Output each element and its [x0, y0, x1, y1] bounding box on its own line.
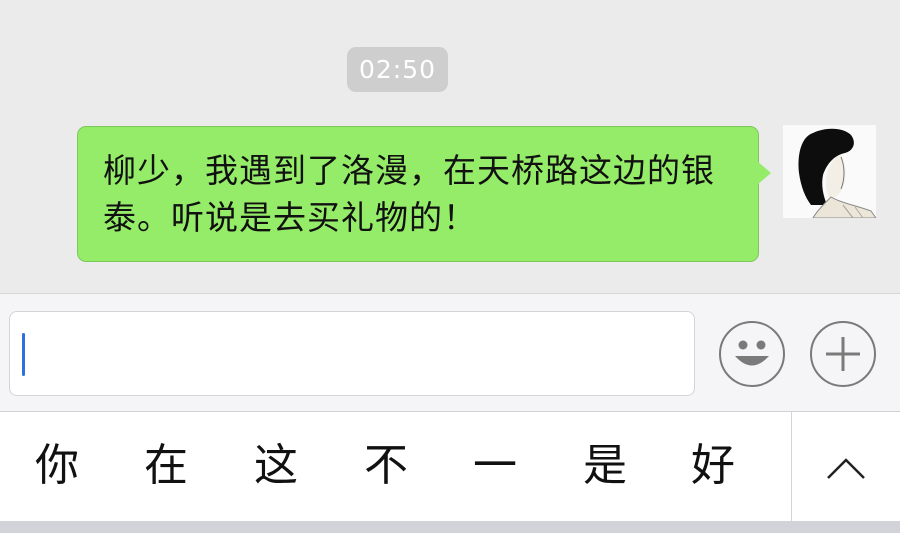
chat-area: 02:50 柳少，我遇到了洛漫，在天桥路这边的银泰。听说是去买礼物的！: [0, 0, 900, 293]
ime-candidate-bar: 你 在 这 不 一 是 好: [0, 411, 900, 522]
chevron-up-icon: [827, 458, 865, 479]
expand-candidates-button[interactable]: [792, 412, 900, 522]
candidate-word[interactable]: 好: [683, 438, 743, 494]
candidate-word[interactable]: 不: [356, 438, 416, 494]
emoji-button[interactable]: [719, 321, 785, 387]
message-bubble[interactable]: 柳少，我遇到了洛漫，在天桥路这边的银泰。听说是去买礼物的！: [77, 126, 759, 262]
message-text: 柳少，我遇到了洛漫，在天桥路这边的银泰。听说是去买礼物的！: [103, 151, 715, 237]
candidate-word[interactable]: 你: [27, 438, 87, 494]
candidate-word[interactable]: 一: [465, 438, 525, 494]
keyboard-edge: [0, 521, 900, 533]
more-button[interactable]: [810, 321, 876, 387]
timestamp-badge: 02:50: [347, 47, 448, 92]
candidate-word[interactable]: 这: [246, 438, 306, 494]
bubble-tail: [757, 161, 771, 185]
message-input[interactable]: [9, 311, 695, 396]
plus-icon: [826, 337, 860, 371]
smiley-face-icon: [735, 340, 769, 366]
candidate-word[interactable]: 在: [136, 438, 196, 494]
user-avatar-icon[interactable]: [783, 125, 876, 218]
candidate-word[interactable]: 是: [575, 438, 635, 494]
input-bar: [0, 293, 900, 411]
text-caret: [22, 333, 25, 376]
